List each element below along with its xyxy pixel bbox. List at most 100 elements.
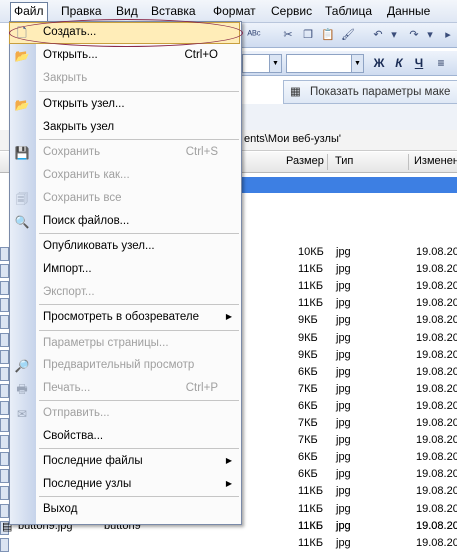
cut-icon[interactable]: ✂ (280, 27, 296, 43)
menu-item-shortcut: Ctrl+S (185, 146, 218, 158)
column-modified[interactable]: Изменен (414, 155, 457, 167)
show-layout-params-button[interactable]: ▦ Показать параметры маке (283, 80, 457, 104)
file-size: 11КБ (298, 485, 324, 497)
table-row[interactable]: 9КБ jpg 19.08.20 (240, 348, 457, 365)
toolbar-area-background (240, 104, 457, 130)
redo-dropdown-icon[interactable]: ▾ (422, 27, 438, 43)
undo-dropdown-icon[interactable]: ▾ (386, 27, 402, 43)
row-icon-fragment (0, 484, 9, 500)
row-icon-fragment (0, 313, 9, 329)
file-type: jpg (336, 400, 351, 412)
file-type: jpg (336, 503, 351, 515)
table-row[interactable]: 6КБ jpg 19.08.20 (240, 365, 457, 382)
column-type[interactable]: Тип (335, 155, 353, 167)
menu-item-label: Сохранить все (43, 192, 122, 204)
menu-data[interactable]: Данные (384, 3, 433, 19)
file-menu-item[interactable]: Свойства... (9, 426, 240, 448)
underline-button[interactable]: Ч (410, 54, 428, 72)
file-type: jpg (336, 332, 351, 344)
row-icon-fragment (0, 279, 9, 295)
highlight-ellipse (9, 19, 243, 47)
menu-tools[interactable]: Сервис (268, 3, 315, 19)
selected-row[interactable] (240, 177, 457, 193)
file-size: 7КБ (298, 417, 318, 429)
menu-bar: Файл Правка Вид Вставка Формат Сервис Та… (0, 0, 457, 23)
file-size: 9КБ (298, 332, 318, 344)
menu-view[interactable]: Вид (113, 3, 141, 19)
file-menu-item[interactable]: Импорт... (9, 259, 240, 281)
file-type: jpg (336, 246, 351, 258)
menu-edit[interactable]: Правка (58, 3, 105, 19)
font-size-combo[interactable]: ▼ (286, 54, 364, 73)
file-menu-item: ✉ Отправить... (9, 403, 240, 425)
file-type: jpg (336, 520, 351, 532)
file-menu-item: Закрыть (9, 68, 240, 90)
column-divider[interactable] (408, 154, 409, 170)
file-type: jpg (336, 417, 351, 429)
save-icon: 💾 (14, 146, 30, 160)
column-divider[interactable] (327, 154, 328, 170)
menu-insert[interactable]: Вставка (148, 3, 199, 19)
italic-button[interactable]: К (390, 54, 408, 72)
file-menu-item[interactable]: Выход (9, 499, 240, 521)
file-size: 9КБ (298, 314, 318, 326)
table-row[interactable]: 11КБ jpg 19.08.20 (240, 484, 457, 501)
align-left-icon[interactable]: ≡ (432, 54, 450, 72)
table-row[interactable]: 11КБ jpg 19.08.20 (240, 519, 457, 536)
file-type: jpg (336, 349, 351, 361)
file-size: 11КБ (298, 297, 324, 309)
file-type: jpg (336, 383, 351, 395)
redo-icon[interactable]: ↷ (406, 27, 422, 43)
standard-toolbar: ᴬᴮᶜ ✂ ❐ 📋 🖌 ↶ ▾ ↷ ▾ ▸ (240, 23, 457, 48)
menu-format[interactable]: Формат (210, 3, 259, 19)
table-row[interactable]: 7КБ jpg 19.08.20 (240, 433, 457, 450)
column-size[interactable]: Размер (286, 155, 324, 167)
undo-icon[interactable]: ↶ (370, 27, 386, 43)
bold-button[interactable]: Ж (370, 54, 388, 72)
table-row[interactable]: 11КБ jpg 19.08.20 (240, 262, 457, 279)
table-row[interactable]: 11КБ jpg 19.08.20 (240, 296, 457, 313)
table-row[interactable]: 9КБ jpg 19.08.20 (240, 331, 457, 348)
file-menu-item[interactable]: 🔍 Поиск файлов... (9, 211, 240, 233)
file-size: 11КБ (298, 280, 324, 292)
file-type: jpg (336, 263, 351, 275)
table-row[interactable]: 10КБ jpg 19.08.20 (240, 245, 457, 262)
file-size: 9КБ (298, 349, 318, 361)
toolbar-more-icon[interactable]: ▸ (440, 27, 456, 43)
file-date: 19.08.20 (416, 451, 457, 463)
style-combo[interactable]: ▼ (242, 54, 282, 73)
file-menu-item[interactable]: 📂 Открыть... Ctrl+O (9, 45, 240, 67)
spelling-icon[interactable]: ᴬᴮᶜ (246, 27, 262, 43)
chevron-down-icon[interactable]: ▼ (351, 55, 363, 72)
copy-icon[interactable]: ❐ (300, 27, 316, 43)
file-date: 19.08.20 (416, 400, 457, 412)
menu-item-label: Закрыть узел (43, 121, 115, 133)
table-row[interactable]: 7КБ jpg 19.08.20 (240, 382, 457, 399)
file-menu-item[interactable]: Последние узлы ▶ (9, 474, 240, 496)
file-menu-item[interactable]: Закрыть узел (9, 117, 240, 139)
menu-item-label: Свойства... (43, 430, 104, 442)
table-row[interactable]: 6КБ jpg 19.08.20 (240, 450, 457, 467)
menu-table[interactable]: Таблица (322, 3, 375, 19)
table-row[interactable]: 6КБ jpg 19.08.20 (240, 399, 457, 416)
table-row[interactable]: 6КБ jpg 19.08.20 (240, 467, 457, 484)
file-menu-item: 🖶 Печать... Ctrl+P (9, 378, 240, 400)
file-menu-item[interactable]: Просмотреть в обозревателе ▶ (9, 307, 240, 329)
paste-icon[interactable]: 📋 (320, 27, 336, 43)
menu-file[interactable]: Файл (10, 2, 48, 23)
table-row[interactable]: 9КБ jpg 19.08.20 (240, 313, 457, 330)
folder-path: ents\Мои веб-узлы' (244, 133, 341, 145)
menu-item-label: Экспорт... (43, 286, 95, 298)
format-painter-icon[interactable]: 🖌 (340, 27, 356, 43)
table-row[interactable]: 11КБ jpg 19.08.20 (240, 279, 457, 296)
table-row[interactable]: 7КБ jpg 19.08.20 (240, 416, 457, 433)
open-site-icon: 📂 (14, 98, 30, 112)
menu-item-label: Сохранить (43, 146, 101, 158)
file-menu-item[interactable]: Опубликовать узел... (9, 236, 240, 258)
file-size: 6КБ (298, 400, 318, 412)
file-date: 19.08.20 (416, 468, 457, 480)
file-menu-item[interactable]: 📂 Открыть узел... (9, 94, 240, 116)
table-row[interactable]: 11КБ jpg 19.08.20 (240, 502, 457, 519)
chevron-down-icon[interactable]: ▼ (269, 55, 281, 72)
file-menu-item[interactable]: Последние файлы ▶ (9, 451, 240, 473)
